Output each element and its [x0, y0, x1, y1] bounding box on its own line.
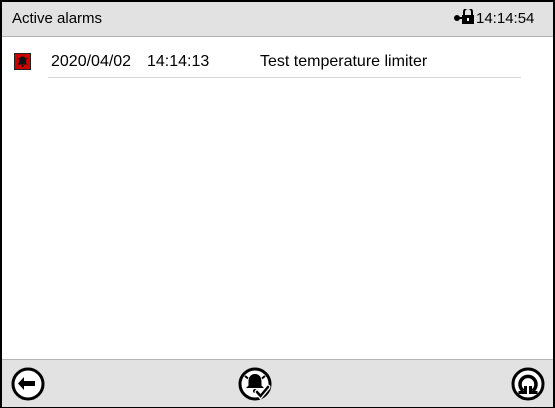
refresh-icon	[511, 367, 545, 401]
header-bar: Active alarms 14:14:54	[2, 2, 553, 37]
alarm-bell-icon	[14, 53, 31, 70]
alarm-time: 14:14:13	[147, 53, 210, 70]
alarm-message: Test temperature limiter	[260, 53, 428, 70]
alarm-list-item[interactable]: 2020/04/02 14:14:13 Test temperature lim…	[2, 36, 522, 78]
back-arrow-icon	[11, 367, 45, 401]
page-title: Active alarms	[12, 10, 103, 27]
footer-bar	[2, 359, 553, 407]
clock: 14:14:54	[476, 10, 535, 27]
alarm-acknowledge-button[interactable]	[237, 366, 273, 402]
alarm-date: 2020/04/02	[51, 53, 132, 70]
lock-key-icon	[453, 7, 475, 25]
row-divider	[48, 77, 521, 78]
alarm-screen: Active alarms 14:14:54 2020/04/02 14:14:…	[0, 0, 555, 408]
back-button[interactable]	[10, 366, 46, 402]
alarm-acknowledge-icon	[238, 367, 272, 401]
refresh-button[interactable]	[510, 366, 546, 402]
